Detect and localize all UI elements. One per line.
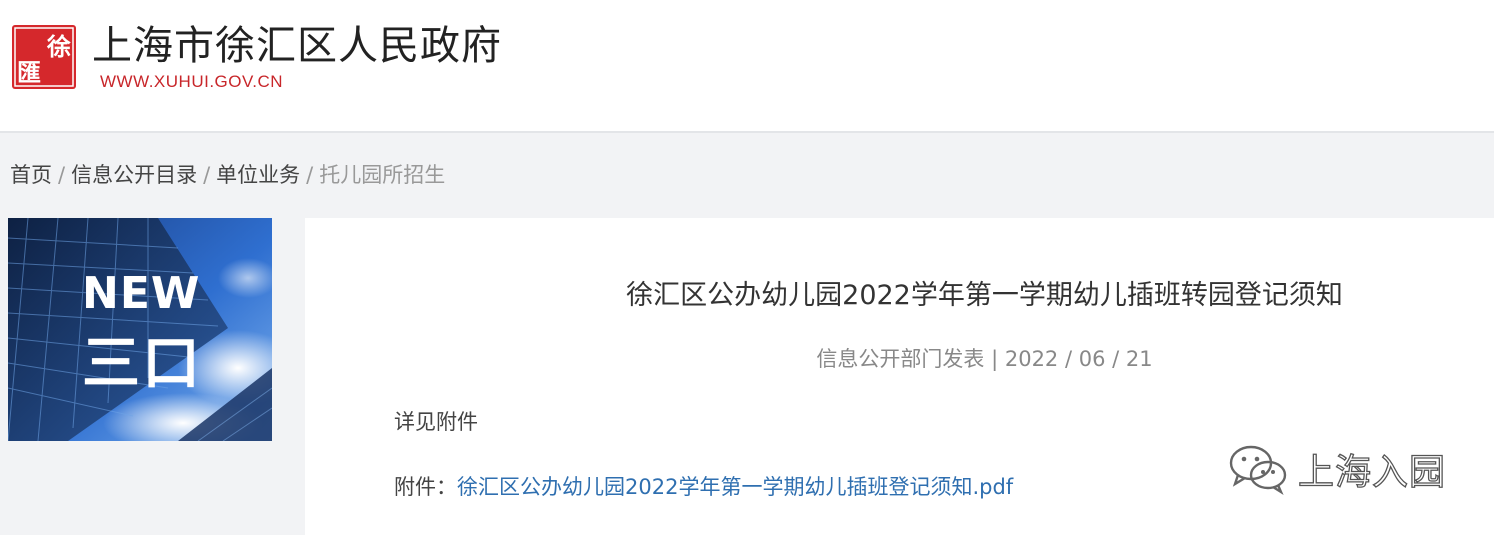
attachment-link[interactable]: 徐汇区公办幼儿园2022学年第一学期幼儿插班登记须知.pdf bbox=[457, 475, 1013, 499]
banner-title: NEW bbox=[82, 268, 201, 319]
attachment-row: 附件：徐汇区公办幼儿园2022学年第一学期幼儿插班登记须知.pdf bbox=[394, 472, 1013, 502]
wechat-icon bbox=[1229, 445, 1287, 496]
breadcrumb-current: 托儿园所招生 bbox=[319, 163, 446, 187]
attachment-label: 附件： bbox=[394, 475, 457, 499]
site-header: 徐 匯 上海市徐汇区人民政府 WWW.XUHUI.GOV.CN bbox=[0, 0, 1494, 131]
watermark-text: 上海入园 bbox=[1297, 451, 1447, 493]
article-date: 2022 / 06 / 21 bbox=[1004, 347, 1153, 371]
article-title: 徐汇区公办幼儿园2022学年第一学期幼儿插班转园登记须知 bbox=[626, 280, 1343, 311]
site-name[interactable]: 上海市徐汇区人民政府 bbox=[92, 22, 502, 70]
banner-subtitle: 三口 bbox=[82, 329, 203, 397]
news-banner-image[interactable]: NEW 三口 bbox=[8, 218, 272, 441]
xuhui-seal-logo[interactable]: 徐 匯 bbox=[12, 25, 76, 89]
wechat-watermark: 上海入园 bbox=[1226, 441, 1446, 497]
breadcrumb-separator: / bbox=[203, 163, 211, 187]
article-publisher: 信息公开部门发表 bbox=[816, 347, 985, 371]
meta-separator: | bbox=[991, 347, 999, 371]
breadcrumb: 首页 / 信息公开目录 / 单位业务 / 托儿园所招生 bbox=[10, 160, 445, 190]
article-meta: 信息公开部门发表 | 2022 / 06 / 21 bbox=[305, 344, 1494, 374]
breadcrumb-separator: / bbox=[58, 163, 66, 187]
site-url[interactable]: WWW.XUHUI.GOV.CN bbox=[100, 72, 283, 92]
breadcrumb-info-catalog[interactable]: 信息公开目录 bbox=[71, 163, 197, 187]
breadcrumb-separator: / bbox=[306, 163, 314, 187]
svg-text:匯: 匯 bbox=[17, 59, 41, 87]
article-body: 详见附件 bbox=[394, 410, 478, 434]
breadcrumb-unit-business[interactable]: 单位业务 bbox=[216, 163, 300, 187]
svg-text:徐: 徐 bbox=[46, 33, 71, 61]
breadcrumb-home[interactable]: 首页 bbox=[10, 163, 52, 187]
